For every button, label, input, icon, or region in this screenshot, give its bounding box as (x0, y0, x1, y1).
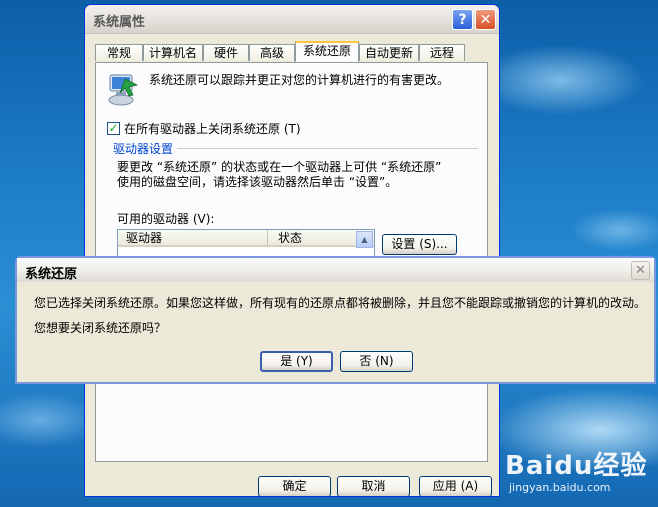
dialog-message-question: 您想要关闭系统还原吗？ (34, 321, 167, 335)
yes-button[interactable]: 是 (Y) (260, 351, 333, 372)
title-bar[interactable]: 系统属性 ? ✕ (85, 5, 499, 34)
window-title: 系统属性 (93, 15, 146, 30)
group-divider (177, 148, 478, 149)
restore-description: 系统还原可以跟踪并更正对您的计算机进行的有害更改。 (149, 73, 450, 87)
baidu-watermark: Baidu经验 jingyan.baidu.com (505, 445, 655, 505)
dialog-message-warning: 您已选择关闭系统还原。如果您这样做，所有现有的还原点都将被删除，并且您不能跟踪或… (34, 296, 647, 310)
column-header-drive[interactable]: 驱动器 (118, 230, 268, 247)
disable-restore-checkbox-row[interactable]: ✓ 在所有驱动器上关闭系统还原 (T) (107, 120, 301, 136)
dialog-title: 系统还原 (25, 267, 78, 282)
ok-button[interactable]: 确定 (258, 476, 331, 496)
disable-restore-checkbox[interactable]: ✓ (107, 121, 120, 135)
watermark-url: jingyan.baidu.com (509, 481, 611, 494)
apply-button[interactable]: 应用 (A) (419, 476, 492, 496)
drive-settings-description-line2: 使用的磁盘空间，请选择该驱动器然后单击 “设置”。 (117, 175, 398, 189)
tab-advanced[interactable]: 高级 (249, 44, 295, 61)
close-icon: ✕ (479, 11, 492, 28)
watermark-logo: Baidu经验 (505, 451, 648, 481)
disable-restore-label: 在所有驱动器上关闭系统还原 (T) (124, 121, 301, 136)
drive-settings-description-line1: 要更改 “系统还原” 的状态或在一个驱动器上可供 “系统还原” (117, 160, 442, 174)
system-restore-icon (108, 74, 139, 106)
help-icon: ? (458, 11, 467, 28)
system-restore-confirm-dialog: 系统还原 ✕ 您已选择关闭系统还原。如果您这样做，所有现有的还原点都将被删除，并… (15, 256, 656, 384)
tab-hardware[interactable]: 硬件 (203, 44, 249, 61)
dialog-title-bar[interactable]: 系统还原 ✕ (17, 258, 654, 282)
tab-system-restore[interactable]: 系统还原 (295, 41, 359, 62)
tab-remote[interactable]: 远程 (419, 44, 465, 61)
drive-settings-group-title: 驱动器设置 (113, 142, 174, 156)
available-drives-label: 可用的驱动器 (V): (117, 212, 215, 226)
tab-automatic-updates[interactable]: 自动更新 (359, 44, 419, 61)
tab-computer-name[interactable]: 计算机名 (143, 44, 203, 61)
scroll-up-arrow-icon[interactable]: ▲ (356, 231, 373, 248)
checkmark-icon: ✓ (108, 121, 119, 135)
dialog-close-button[interactable]: ✕ (631, 261, 650, 280)
close-icon: ✕ (635, 263, 646, 278)
settings-button[interactable]: 设置 (S)... (382, 234, 457, 255)
no-button[interactable]: 否 (N) (340, 351, 413, 372)
drive-settings-description: 要更改 “系统还原” 的状态或在一个驱动器上可供 “系统还原” 使用的磁盘空间，… (117, 160, 441, 190)
system-properties-window: 系统属性 ? ✕ 常规 计算机名 硬件 高级 系统还原 自动更新 远程 系统还原… (84, 4, 500, 497)
close-button[interactable]: ✕ (475, 9, 496, 30)
drives-list[interactable]: 驱动器 状态 (117, 229, 375, 259)
cancel-button[interactable]: 取消 (337, 476, 410, 496)
help-button[interactable]: ? (452, 9, 473, 30)
tab-general[interactable]: 常规 (95, 44, 143, 61)
